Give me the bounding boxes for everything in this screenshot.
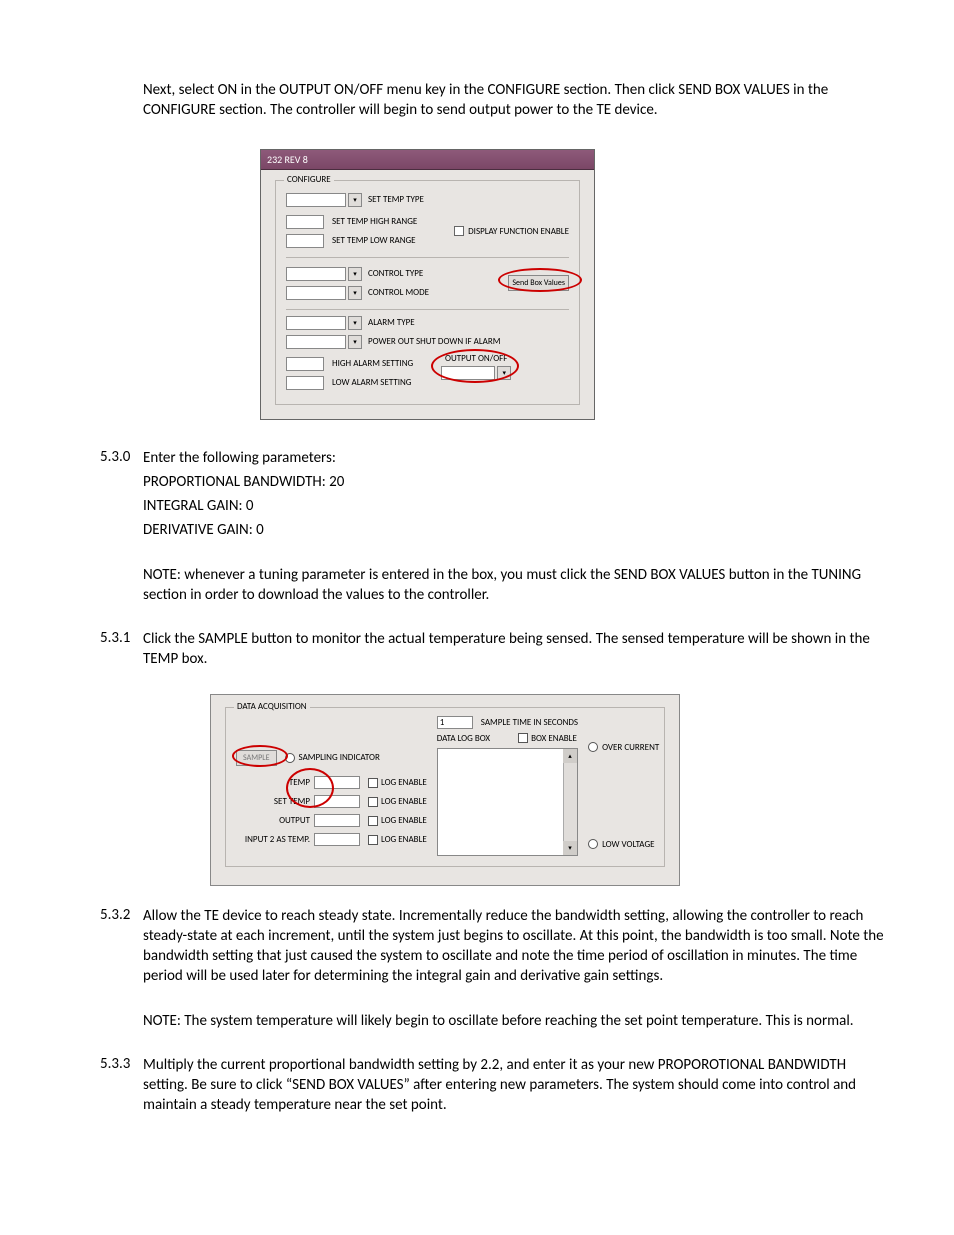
section-532: 5.3.2 Allow the TE device to reach stead… [100,906,894,1035]
log-enable-label: LOG ENABLE [381,777,427,788]
section-number: 5.3.2 [100,906,143,1035]
data-log-box-label: DATA LOG BOX [437,733,490,744]
scrollbar[interactable] [563,749,577,855]
sec530-line1: Enter the following parameters: [143,448,894,468]
send-box-values-button[interactable]: Send Box Values [508,275,569,291]
data-log-box[interactable]: ▴ ▾ [437,748,578,856]
control-mode-input[interactable] [286,286,346,300]
section-531: 5.3.1 Click the SAMPLE button to monitor… [100,629,894,674]
low-range-label: SET TEMP LOW RANGE [332,235,416,246]
low-range-input[interactable] [286,234,324,248]
chevron-down-icon[interactable]: ▾ [348,267,362,281]
over-current-label: OVER CURRENT [602,742,659,753]
intro-text: Next, select ON in the OUTPUT ON/OFF men… [143,80,894,121]
sec530-line2: PROPORTIONAL BANDWIDTH: 20 [143,472,894,492]
set-temp-type-input[interactable] [286,193,346,207]
log-enable-checkbox[interactable] [368,816,378,826]
sample-time-input[interactable]: 1 [437,716,473,729]
log-enable-label: LOG ENABLE [381,815,427,826]
sampling-indicator-label: SAMPLING INDICATOR [299,752,380,763]
high-range-input[interactable] [286,215,324,229]
window-title: 232 REV 8 [261,150,594,170]
sec530-line4: DERIVATIVE GAIN: 0 [143,520,894,540]
sample-time-label: SAMPLE TIME IN SECONDS [481,717,578,728]
output-onoff-label: OUTPUT ON/OFF [441,353,511,364]
control-type-input[interactable] [286,267,346,281]
chevron-down-icon[interactable]: ▾ [348,316,362,330]
configure-screenshot: 232 REV 8 CONFIGURE ▾ SET TEMP TYPE SET … [260,149,595,420]
log-enable-label: LOG ENABLE [381,796,427,807]
section-number: 5.3.1 [100,629,143,674]
sec530-line3: INTEGRAL GAIN: 0 [143,496,894,516]
settemp-input[interactable] [314,795,360,808]
output-input[interactable] [314,814,360,827]
chevron-down-icon[interactable]: ▾ [348,335,362,349]
sampling-indicator-radio[interactable] [285,753,295,763]
alarm-type-input[interactable] [286,316,346,330]
sec532-p1: Allow the TE device to reach steady stat… [143,906,894,987]
temp-input[interactable] [314,776,360,789]
section-530: 5.3.0 Enter the following parameters: PR… [100,448,894,610]
sec533-text: Multiply the current proportional bandwi… [143,1055,894,1116]
low-alarm-input[interactable] [286,376,324,390]
high-range-label: SET TEMP HIGH RANGE [332,216,417,227]
display-fn-label: DISPLAY FUNCTION ENABLE [468,226,569,237]
temp-label: TEMP [236,777,310,788]
sec530-note: NOTE: whenever a tuning parameter is ent… [143,565,894,606]
configure-legend: CONFIGURE [284,174,334,185]
settemp-label: SET TEMP [236,796,310,807]
display-fn-checkbox[interactable] [454,226,464,236]
sec532-note: NOTE: The system temperature will likely… [143,1011,894,1031]
data-acquisition-screenshot: DATA ACQUISITION SAMPLE SAMPLING INDICAT… [210,694,680,886]
log-enable-label: LOG ENABLE [381,834,427,845]
power-out-input[interactable] [286,335,346,349]
high-alarm-input[interactable] [286,357,324,371]
low-voltage-label: LOW VOLTAGE [602,839,654,850]
log-enable-checkbox[interactable] [368,778,378,788]
section-number: 5.3.0 [100,448,143,610]
chevron-down-icon[interactable]: ▾ [348,193,362,207]
daq-legend: DATA ACQUISITION [234,701,310,712]
control-mode-label: CONTROL MODE [368,287,429,298]
chevron-down-icon[interactable]: ▾ [348,286,362,300]
chevron-down-icon[interactable]: ▾ [563,841,577,855]
box-enable-checkbox[interactable] [518,733,528,743]
log-enable-checkbox[interactable] [368,797,378,807]
over-current-radio[interactable] [588,742,598,752]
chevron-down-icon[interactable]: ▾ [497,366,511,380]
log-enable-checkbox[interactable] [368,835,378,845]
box-enable-label: BOX ENABLE [531,733,577,744]
power-out-label: POWER OUT SHUT DOWN IF ALARM [368,336,500,347]
chevron-up-icon[interactable]: ▴ [563,749,577,763]
section-number: 5.3.3 [100,1055,143,1120]
section-533: 5.3.3 Multiply the current proportional … [100,1055,894,1120]
low-alarm-label: LOW ALARM SETTING [332,377,411,388]
sec531-text: Click the SAMPLE button to monitor the a… [143,629,894,670]
control-type-label: CONTROL TYPE [368,268,423,279]
alarm-type-label: ALARM TYPE [368,317,415,328]
input2-input[interactable] [314,833,360,846]
low-voltage-radio[interactable] [588,839,598,849]
output-onoff-input[interactable] [441,366,495,380]
high-alarm-label: HIGH ALARM SETTING [332,358,413,369]
output-label: OUTPUT [236,815,310,826]
input2-label: INPUT 2 AS TEMP. [236,834,310,845]
set-temp-type-label: SET TEMP TYPE [368,194,424,205]
sample-button[interactable]: SAMPLE [236,750,277,766]
